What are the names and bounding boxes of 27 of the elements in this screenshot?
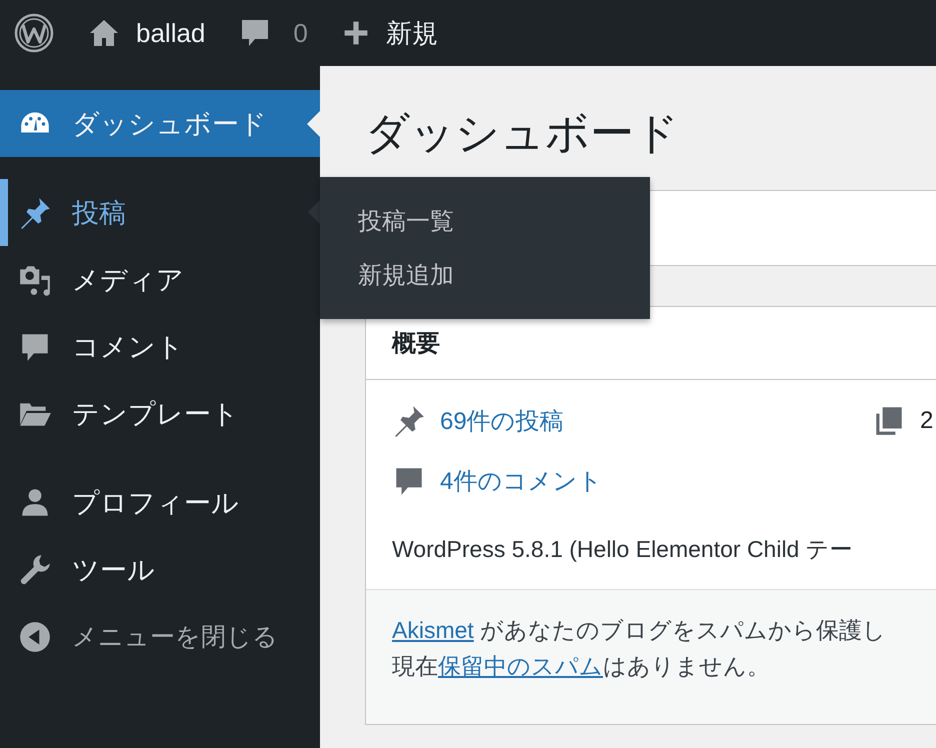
sidebar-item[interactable]: コメント (0, 313, 320, 380)
text-link[interactable]: Akismet (392, 617, 474, 643)
submenu-item[interactable]: 新規追加 (358, 259, 650, 291)
sidebar-item[interactable]: ツール (0, 536, 320, 603)
count-link[interactable]: 69件の投稿 (440, 405, 564, 437)
left-arrow-circle-icon (18, 620, 52, 654)
page-count: 2 (920, 407, 934, 435)
sidebar-item[interactable]: ダッシュボード (0, 90, 320, 157)
spam-status-text: Akismet があなたのブログをスパムから保護し (392, 616, 888, 645)
sidebar-item[interactable]: プロフィール (0, 469, 320, 536)
collapse-menu-button[interactable]: メニューを閉じる (0, 603, 320, 670)
page-title: ダッシュボード (365, 108, 680, 160)
spam-status-text: 現在保留中のスパムはありません。 (392, 652, 771, 681)
sidebar-item[interactable]: テンプレート (0, 380, 320, 447)
comment-count[interactable]: 0 (293, 18, 308, 48)
submenu-item[interactable]: 投稿一覧 (358, 205, 650, 237)
home-icon[interactable] (88, 17, 120, 49)
text-link[interactable]: 保留中のスパム (438, 653, 603, 679)
wrench-icon (18, 552, 52, 586)
count-link[interactable]: 4件のコメント (440, 465, 602, 497)
sidebar-item[interactable]: メディア (0, 246, 320, 313)
new-content-link[interactable]: 新規 (386, 16, 438, 50)
current-page-pointer (307, 111, 320, 137)
version-text: WordPress 5.8.1 (Hello Elementor Child テー (392, 535, 854, 564)
site-name-link[interactable]: ballad (136, 18, 206, 48)
wordpress-logo-icon[interactable] (14, 13, 54, 53)
plus-icon[interactable] (342, 19, 370, 47)
